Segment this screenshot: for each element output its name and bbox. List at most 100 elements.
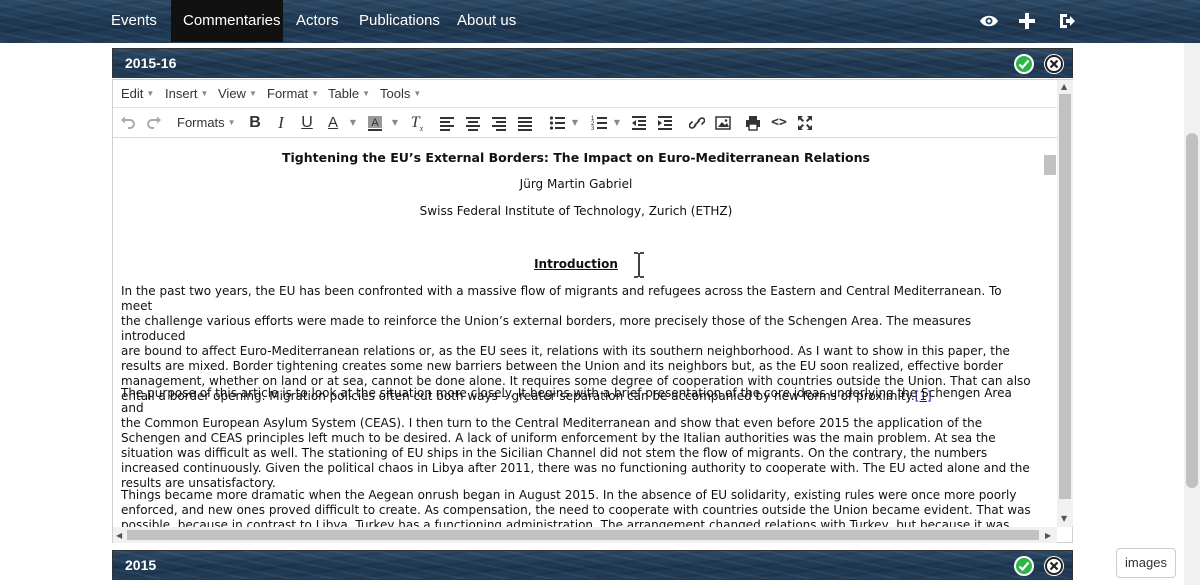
menu-label: Edit xyxy=(121,86,144,101)
rich-text-editor: Edit ▼ Insert ▼ View ▼ Format ▼ Table ▼ Tools… xyxy=(112,79,1073,543)
top-navbar: Events Commentaries Actors Publications … xyxy=(0,0,1200,43)
content-scrollbar-thumb[interactable] xyxy=(1044,155,1056,175)
chevron-down-icon[interactable]: ▼ xyxy=(613,113,621,133)
numbered-list-icon[interactable]: 123 xyxy=(591,113,607,133)
formats-dropdown[interactable]: Formats ▼ xyxy=(177,113,236,133)
italic-icon[interactable]: I xyxy=(273,113,289,133)
paragraph-2: The purpose of this article is to look a… xyxy=(121,386,1035,491)
scroll-down-arrow-icon[interactable]: ▼ xyxy=(1061,514,1067,523)
panel-title: 2015-16 xyxy=(125,55,177,71)
text-line: increased continuously. Given the politi… xyxy=(121,461,1030,475)
print-icon[interactable] xyxy=(745,113,761,133)
nav-about-us[interactable]: About us xyxy=(445,0,528,42)
redo-icon[interactable] xyxy=(145,113,163,133)
chevron-down-icon[interactable]: ▼ xyxy=(349,113,357,133)
text-line: are bound to affect Euro-Mediterranean r… xyxy=(121,344,1010,358)
editor-menubar: Edit ▼ Insert ▼ View ▼ Format ▼ Table ▼ Tools… xyxy=(113,80,1057,108)
menu-format[interactable]: Format ▼ xyxy=(267,86,319,101)
text-line: enforced, and new ones proved difficult … xyxy=(121,503,1031,517)
nav-publications[interactable]: Publications xyxy=(347,0,452,42)
check-icon[interactable] xyxy=(1013,54,1034,74)
text-line: the challenge various efforts were made … xyxy=(121,314,972,343)
menu-view[interactable]: View ▼ xyxy=(218,86,257,101)
text-line: Things became more dramatic when the Aeg… xyxy=(121,488,1017,502)
menu-insert[interactable]: Insert ▼ xyxy=(165,86,208,101)
svg-text:3: 3 xyxy=(591,126,595,132)
scroll-up-arrow-icon[interactable]: ▲ xyxy=(1061,82,1067,91)
text-line: In the past two years, the EU has been c… xyxy=(121,284,1002,313)
underline-icon[interactable]: U xyxy=(299,113,315,133)
panel-header-2015[interactable]: 2015 xyxy=(112,550,1073,580)
text-line: possible, because in contrast to Libya, … xyxy=(121,518,1010,527)
chevron-down-icon: ▼ xyxy=(362,89,370,98)
svg-text:A: A xyxy=(371,117,379,129)
chevron-down-icon: ▼ xyxy=(146,89,155,98)
fullscreen-icon[interactable] xyxy=(797,113,813,133)
close-icon[interactable] xyxy=(1044,556,1064,576)
bullet-list-icon[interactable] xyxy=(549,113,565,133)
chevron-down-icon: ▼ xyxy=(413,89,422,98)
text-line: The purpose of this article is to look a… xyxy=(121,386,1012,415)
menu-table[interactable]: Table ▼ xyxy=(328,86,370,101)
plus-icon[interactable] xyxy=(1017,11,1037,31)
chevron-down-icon: ▼ xyxy=(200,89,209,98)
panel-title: 2015 xyxy=(125,557,157,573)
paragraph-3: Things became more dramatic when the Aeg… xyxy=(121,488,1035,527)
chevron-down-icon: ▼ xyxy=(227,118,236,127)
chevron-down-icon: ▼ xyxy=(248,89,257,98)
image-icon[interactable] xyxy=(715,113,731,133)
nav-actors[interactable]: Actors xyxy=(284,0,351,42)
background-color-icon[interactable]: A xyxy=(367,113,383,133)
editor-vertical-scrollbar[interactable]: ▲ ▼ xyxy=(1057,80,1073,527)
logout-icon[interactable] xyxy=(1057,11,1077,31)
text-color-icon[interactable]: A xyxy=(325,113,341,133)
menu-label: Table xyxy=(328,86,360,101)
indent-icon[interactable] xyxy=(657,113,673,133)
editor-horizontal-scrollbar[interactable]: ◀ ▶ xyxy=(113,527,1057,543)
chevron-down-icon[interactable]: ▼ xyxy=(391,113,399,133)
undo-icon[interactable] xyxy=(119,113,137,133)
editor-toolbar: Formats ▼ B I U A ▼ A ▼ Tx ▼ 123 ▼ <> xyxy=(113,108,1057,138)
article-institution: Swiss Federal Institute of Technology, Z… xyxy=(419,204,733,218)
page-scrollbar[interactable] xyxy=(1184,43,1200,585)
editor-vertical-scrollbar-thumb[interactable] xyxy=(1059,94,1071,499)
outdent-icon[interactable] xyxy=(631,113,647,133)
scroll-right-arrow-icon[interactable]: ▶ xyxy=(1045,531,1051,540)
images-button[interactable]: images xyxy=(1116,548,1176,578)
align-center-icon[interactable] xyxy=(465,113,481,133)
source-code-icon[interactable]: <> xyxy=(771,113,787,133)
justify-icon[interactable] xyxy=(517,113,533,133)
article-title: Tightening the EU’s External Borders: Th… xyxy=(282,150,870,165)
scroll-left-arrow-icon[interactable]: ◀ xyxy=(116,531,122,540)
close-icon[interactable] xyxy=(1044,54,1064,74)
menu-label: Format xyxy=(267,86,309,101)
eye-icon[interactable] xyxy=(979,11,999,31)
chevron-down-icon[interactable]: ▼ xyxy=(571,113,579,133)
bold-icon[interactable]: B xyxy=(247,113,263,133)
article-author: Jürg Martin Gabriel xyxy=(519,177,633,191)
clear-formatting-icon[interactable]: Tx xyxy=(409,113,425,133)
text-line: the Common European Asylum System (CEAS)… xyxy=(121,416,983,430)
link-icon[interactable] xyxy=(689,113,705,133)
page-scrollbar-thumb[interactable] xyxy=(1186,133,1198,488)
chevron-down-icon: ▼ xyxy=(311,89,320,98)
menu-label: Tools xyxy=(380,86,411,101)
nav-events[interactable]: Events xyxy=(99,0,169,42)
text-line: Schengen and CEAS principles left much t… xyxy=(121,431,996,445)
formats-label: Formats xyxy=(177,115,225,130)
panel-header-2015-16[interactable]: 2015-16 xyxy=(112,48,1073,78)
editor-horizontal-scrollbar-thumb[interactable] xyxy=(127,530,1039,540)
menu-label: Insert xyxy=(165,86,198,101)
align-left-icon[interactable] xyxy=(439,113,455,133)
text-cursor-icon xyxy=(632,252,646,278)
text-line: results are mixed. Border tightening cre… xyxy=(121,359,1003,373)
align-right-icon[interactable] xyxy=(491,113,507,133)
text-line: situation was difficult as well. The sta… xyxy=(121,446,988,460)
nav-commentaries[interactable]: Commentaries xyxy=(171,0,283,42)
menu-label: View xyxy=(218,86,246,101)
menu-edit[interactable]: Edit ▼ xyxy=(121,86,154,101)
introduction-heading: Introduction xyxy=(534,257,618,271)
editor-content[interactable]: Tightening the EU’s External Borders: Th… xyxy=(113,139,1043,527)
check-icon[interactable] xyxy=(1013,556,1034,576)
menu-tools[interactable]: Tools ▼ xyxy=(380,86,421,101)
